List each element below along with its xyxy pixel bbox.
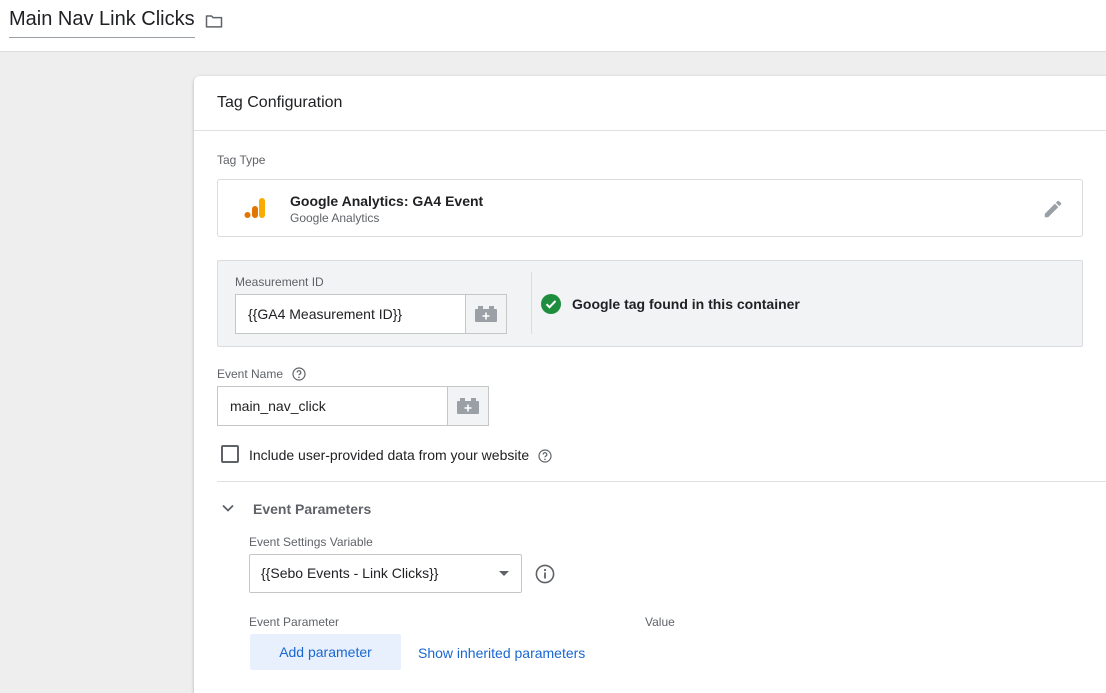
tag-configuration-card: Tag Configuration Tag Type Google Analyt… <box>194 76 1106 693</box>
event-settings-variable-label: Event Settings Variable <box>249 535 373 549</box>
google-analytics-icon <box>244 198 265 218</box>
tag-type-name: Google Analytics: GA4 Event <box>290 193 484 209</box>
card-header: Tag Configuration <box>194 76 1106 131</box>
measurement-id-input[interactable]: {{GA4 Measurement ID}} <box>235 294 465 334</box>
variable-picker-button[interactable] <box>447 386 489 426</box>
user-data-checkbox[interactable] <box>221 445 239 463</box>
section-divider <box>531 272 532 334</box>
value-column-label: Value <box>645 615 675 629</box>
event-parameter-column-label: Event Parameter <box>249 615 340 629</box>
card-title: Tag Configuration <box>217 94 343 111</box>
chevron-down-icon[interactable] <box>221 502 235 514</box>
variable-picker-button[interactable] <box>465 294 507 334</box>
event-name-label: Event Name <box>217 367 284 381</box>
check-circle-icon <box>541 294 561 314</box>
info-icon[interactable] <box>535 564 555 584</box>
event-name-input[interactable]: main_nav_click <box>217 386 447 426</box>
variable-brick-icon <box>457 398 479 414</box>
help-icon[interactable] <box>292 367 306 381</box>
top-bar: Main Nav Link Clicks <box>0 0 1106 52</box>
tag-type-selector[interactable]: Google Analytics: GA4 Event Google Analy… <box>217 179 1083 237</box>
help-icon[interactable] <box>538 449 552 463</box>
measurement-id-label: Measurement ID <box>235 275 324 289</box>
tag-type-label: Tag Type <box>217 153 266 167</box>
event-settings-variable-select[interactable]: {{Sebo Events - Link Clicks}} <box>249 554 522 593</box>
event-parameters-title[interactable]: Event Parameters <box>253 501 371 517</box>
tag-name-field[interactable]: Main Nav Link Clicks <box>9 8 195 38</box>
google-tag-status: Google tag found in this container <box>572 296 800 312</box>
user-data-checkbox-label: Include user-provided data from your web… <box>249 447 530 463</box>
select-value: {{Sebo Events - Link Clicks}} <box>261 565 439 581</box>
tag-type-provider: Google Analytics <box>290 211 380 225</box>
variable-brick-icon <box>475 306 497 322</box>
dropdown-arrow-icon <box>499 571 509 576</box>
divider <box>217 481 1106 482</box>
pencil-icon[interactable] <box>1042 198 1064 220</box>
show-inherited-parameters-link[interactable]: Show inherited parameters <box>418 645 585 661</box>
folder-icon[interactable] <box>203 11 225 31</box>
measurement-id-section: Measurement ID {{GA4 Measurement ID}} Go… <box>217 260 1083 347</box>
add-parameter-button[interactable]: Add parameter <box>250 634 401 670</box>
